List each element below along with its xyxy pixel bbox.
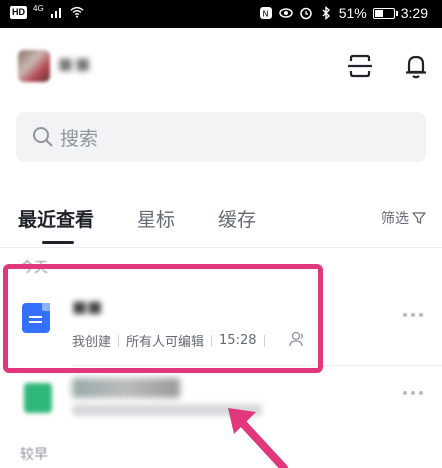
status-left: HD 4G xyxy=(10,3,84,19)
svg-text:N: N xyxy=(262,10,268,19)
scan-icon[interactable] xyxy=(346,52,374,80)
active-tab-indicator xyxy=(42,241,74,244)
search-placeholder: 搜索 xyxy=(60,128,99,150)
filter-button[interactable]: 筛选 xyxy=(381,208,426,228)
bell-icon[interactable] xyxy=(402,52,430,80)
clock: 3:29 xyxy=(400,5,428,21)
network-type: 4G xyxy=(33,3,44,13)
alarm-icon xyxy=(299,7,312,20)
section-header-earlier: 较早 xyxy=(20,447,48,463)
filter-icon xyxy=(412,212,426,224)
battery-percent: 51% xyxy=(338,5,367,21)
tab-cache[interactable]: 缓存 xyxy=(218,205,256,232)
hd-badge: HD xyxy=(10,5,27,19)
sheet-icon xyxy=(24,383,52,413)
nfc-icon: N xyxy=(259,7,272,19)
filter-label: 筛选 xyxy=(381,211,409,227)
tab-starred[interactable]: 星标 xyxy=(137,205,175,232)
status-bar: HD 4G N 51% 3:29 xyxy=(0,0,442,28)
signal-icon xyxy=(50,8,61,18)
battery-icon xyxy=(372,7,398,19)
wifi-icon xyxy=(70,6,84,18)
search-icon xyxy=(33,127,53,147)
highlight-box xyxy=(3,264,323,373)
avatar[interactable] xyxy=(18,50,50,82)
username-blurred[interactable]: ■■ xyxy=(58,54,98,76)
eye-icon xyxy=(278,8,293,18)
more-icon[interactable] xyxy=(402,390,424,396)
bluetooth-icon xyxy=(322,6,330,20)
annotation-arrow xyxy=(228,408,288,468)
item-title-blurred[interactable] xyxy=(72,378,180,398)
search-bar[interactable]: 搜索 xyxy=(16,112,426,162)
more-icon[interactable] xyxy=(402,312,424,318)
tab-recent[interactable]: 最近查看 xyxy=(18,205,94,232)
tab-divider xyxy=(0,247,442,248)
status-right: N 51% 3:29 xyxy=(259,5,428,21)
